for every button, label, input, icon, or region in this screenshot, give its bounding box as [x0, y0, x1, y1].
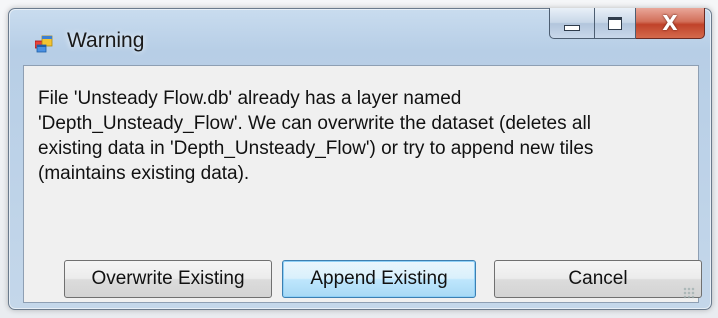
warning-dialog: Warning X File 'Unsteady Flow.db' alread… — [8, 8, 712, 310]
message-line: File 'Unsteady Flow.db' already has a la… — [38, 88, 462, 109]
caption-buttons: X — [549, 8, 705, 39]
close-icon: X — [662, 11, 678, 35]
message-line: existing data in 'Depth_Unsteady_Flow') … — [38, 138, 594, 159]
title-bar[interactable]: Warning X — [9, 8, 711, 65]
append-existing-button[interactable]: Append Existing — [282, 260, 476, 298]
dialog-body: File 'Unsteady Flow.db' already has a la… — [23, 65, 702, 303]
app-window-icon — [35, 35, 53, 53]
warning-message: File 'Unsteady Flow.db' already has a la… — [38, 86, 688, 186]
message-line: 'Depth_Unsteady_Flow'. We can overwrite … — [38, 113, 591, 134]
maximize-button[interactable] — [595, 8, 636, 39]
close-button[interactable]: X — [636, 8, 705, 39]
minimize-button[interactable] — [549, 8, 595, 39]
overwrite-existing-button[interactable]: Overwrite Existing — [64, 260, 272, 298]
resize-grip[interactable] — [683, 287, 695, 299]
minimize-icon — [564, 25, 580, 31]
maximize-icon — [608, 16, 622, 30]
dialog-title: Warning — [67, 29, 145, 52]
cancel-button[interactable]: Cancel — [494, 260, 702, 298]
message-line: (maintains existing data). — [38, 163, 250, 184]
